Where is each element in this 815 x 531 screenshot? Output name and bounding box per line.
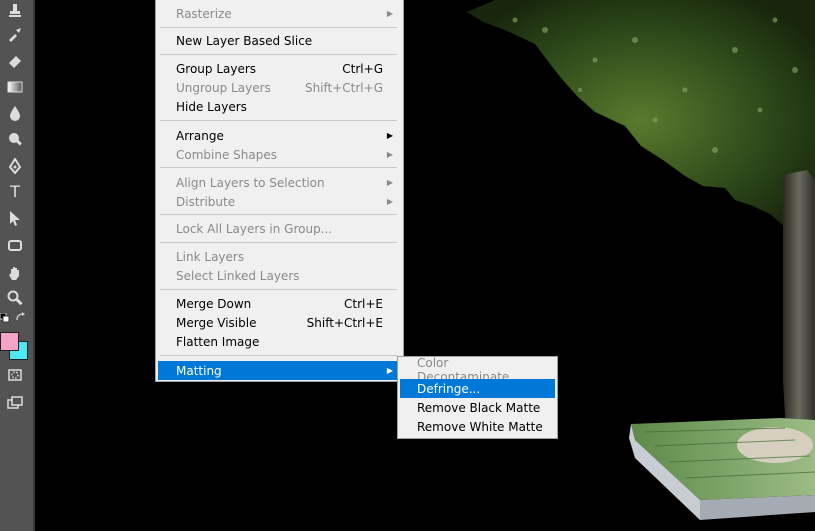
- submenu-arrow-icon: ▶: [386, 150, 393, 159]
- submenu-arrow-icon: ▶: [386, 197, 393, 206]
- gradient-icon[interactable]: [4, 77, 26, 97]
- submenu-item-label: Remove White Matte: [417, 419, 543, 434]
- hand-icon[interactable]: [4, 263, 26, 283]
- menu-item-select-linked-layers[interactable]: Select Linked Layers: [158, 266, 399, 285]
- layer-context-menu: Rasterize ▶ New Layer Based Slice Group …: [155, 0, 404, 382]
- menu-divider: [160, 120, 397, 121]
- menu-item-combine-shapes[interactable]: Combine Shapes ▶: [158, 145, 399, 164]
- menu-item-label: Select Linked Layers: [176, 268, 300, 283]
- quick-mask-icon[interactable]: [4, 365, 26, 385]
- menu-item-label: Matting: [176, 363, 222, 378]
- menu-item-label: Group Layers: [176, 61, 257, 76]
- menu-item-label: Merge Down: [176, 296, 252, 311]
- blur-icon[interactable]: [4, 103, 26, 123]
- submenu-arrow-icon: ▶: [386, 9, 393, 18]
- zoom-icon[interactable]: [4, 288, 26, 308]
- history-brush-icon[interactable]: [4, 24, 26, 44]
- menu-item-shortcut: Ctrl+E: [344, 296, 383, 311]
- menu-item-label: Merge Visible: [176, 315, 257, 330]
- menu-divider: [160, 355, 397, 356]
- menu-item-label: Align Layers to Selection: [176, 175, 325, 190]
- menu-item-label: Combine Shapes: [176, 147, 277, 162]
- submenu-item-label: Remove Black Matte: [417, 400, 541, 415]
- submenu-item-color-decontaminate[interactable]: Color Decontaminate...: [400, 356, 555, 384]
- menu-item-shortcut: Shift+Ctrl+G: [304, 80, 383, 95]
- menu-item-ungroup-layers[interactable]: Ungroup Layers Shift+Ctrl+G: [158, 78, 399, 97]
- menu-item-flatten-image[interactable]: Flatten Image: [158, 332, 399, 351]
- menu-item-group-layers[interactable]: Group Layers Ctrl+G: [158, 59, 399, 78]
- menu-item-label: Rasterize: [176, 6, 232, 21]
- submenu-arrow-icon: ▶: [386, 178, 393, 187]
- menu-item-rasterize[interactable]: Rasterize ▶: [158, 4, 399, 23]
- swap-colors-icon[interactable]: [16, 312, 26, 325]
- pen-icon[interactable]: [4, 156, 26, 176]
- default-colors-icon[interactable]: [0, 312, 10, 326]
- menu-item-matting[interactable]: Matting ▶: [158, 361, 399, 380]
- submenu-item-remove-black-matte[interactable]: Remove Black Matte: [400, 398, 555, 417]
- submenu-item-label: Defringe...: [417, 381, 481, 396]
- menu-item-hide-layers[interactable]: Hide Layers: [158, 97, 399, 116]
- submenu-item-remove-white-matte[interactable]: Remove White Matte: [400, 417, 555, 436]
- menu-item-merge-down[interactable]: Merge Down Ctrl+E: [158, 294, 399, 313]
- menu-divider: [160, 167, 397, 168]
- menu-item-lock-all-layers-in-group[interactable]: Lock All Layers in Group...: [158, 219, 399, 238]
- menu-item-align-layers-to-selection[interactable]: Align Layers to Selection ▶: [158, 173, 399, 192]
- menu-item-label: New Layer Based Slice: [176, 33, 313, 48]
- menu-item-new-layer-based-slice[interactable]: New Layer Based Slice: [158, 31, 399, 50]
- menu-item-label: Link Layers: [176, 249, 245, 264]
- document-canvas[interactable]: [35, 0, 815, 531]
- menu-divider: [160, 54, 397, 55]
- menu-item-shortcut: Shift+Ctrl+E: [306, 315, 383, 330]
- foreground-color-swatch[interactable]: [0, 332, 19, 351]
- stamp-icon[interactable]: [4, 0, 26, 20]
- menu-item-shortcut: Ctrl+G: [342, 61, 383, 76]
- submenu-item-defringe[interactable]: Defringe...: [400, 379, 555, 398]
- matting-submenu: Color Decontaminate... Defringe... Remov…: [397, 356, 558, 439]
- menu-divider: [160, 289, 397, 290]
- menu-item-label: Lock All Layers in Group...: [176, 221, 333, 236]
- menu-divider: [160, 214, 397, 215]
- menu-item-arrange[interactable]: Arrange ▶: [158, 126, 399, 145]
- type-icon[interactable]: T: [4, 182, 26, 202]
- menu-item-label: Hide Layers: [176, 99, 247, 114]
- menu-item-link-layers[interactable]: Link Layers: [158, 247, 399, 266]
- menu-item-merge-visible[interactable]: Merge Visible Shift+Ctrl+E: [158, 313, 399, 332]
- eraser-icon[interactable]: [4, 50, 26, 70]
- path-selection-icon[interactable]: [4, 208, 26, 228]
- submenu-arrow-icon: ▶: [386, 131, 393, 140]
- rectangle-shape-icon[interactable]: [4, 235, 26, 255]
- menu-item-distribute[interactable]: Distribute ▶: [158, 192, 399, 211]
- tools-panel: T: [0, 0, 35, 531]
- menu-item-label: Distribute: [176, 194, 236, 209]
- screen-mode-icon[interactable]: [4, 393, 26, 413]
- submenu-arrow-icon: ▶: [386, 366, 393, 375]
- menu-divider: [160, 27, 397, 28]
- tree-image: [467, 0, 815, 520]
- menu-divider: [160, 242, 397, 243]
- menu-item-label: Arrange: [176, 128, 224, 143]
- menu-item-label: Ungroup Layers: [176, 80, 271, 95]
- menu-item-label: Flatten Image: [176, 334, 260, 349]
- dodge-icon[interactable]: [4, 129, 26, 149]
